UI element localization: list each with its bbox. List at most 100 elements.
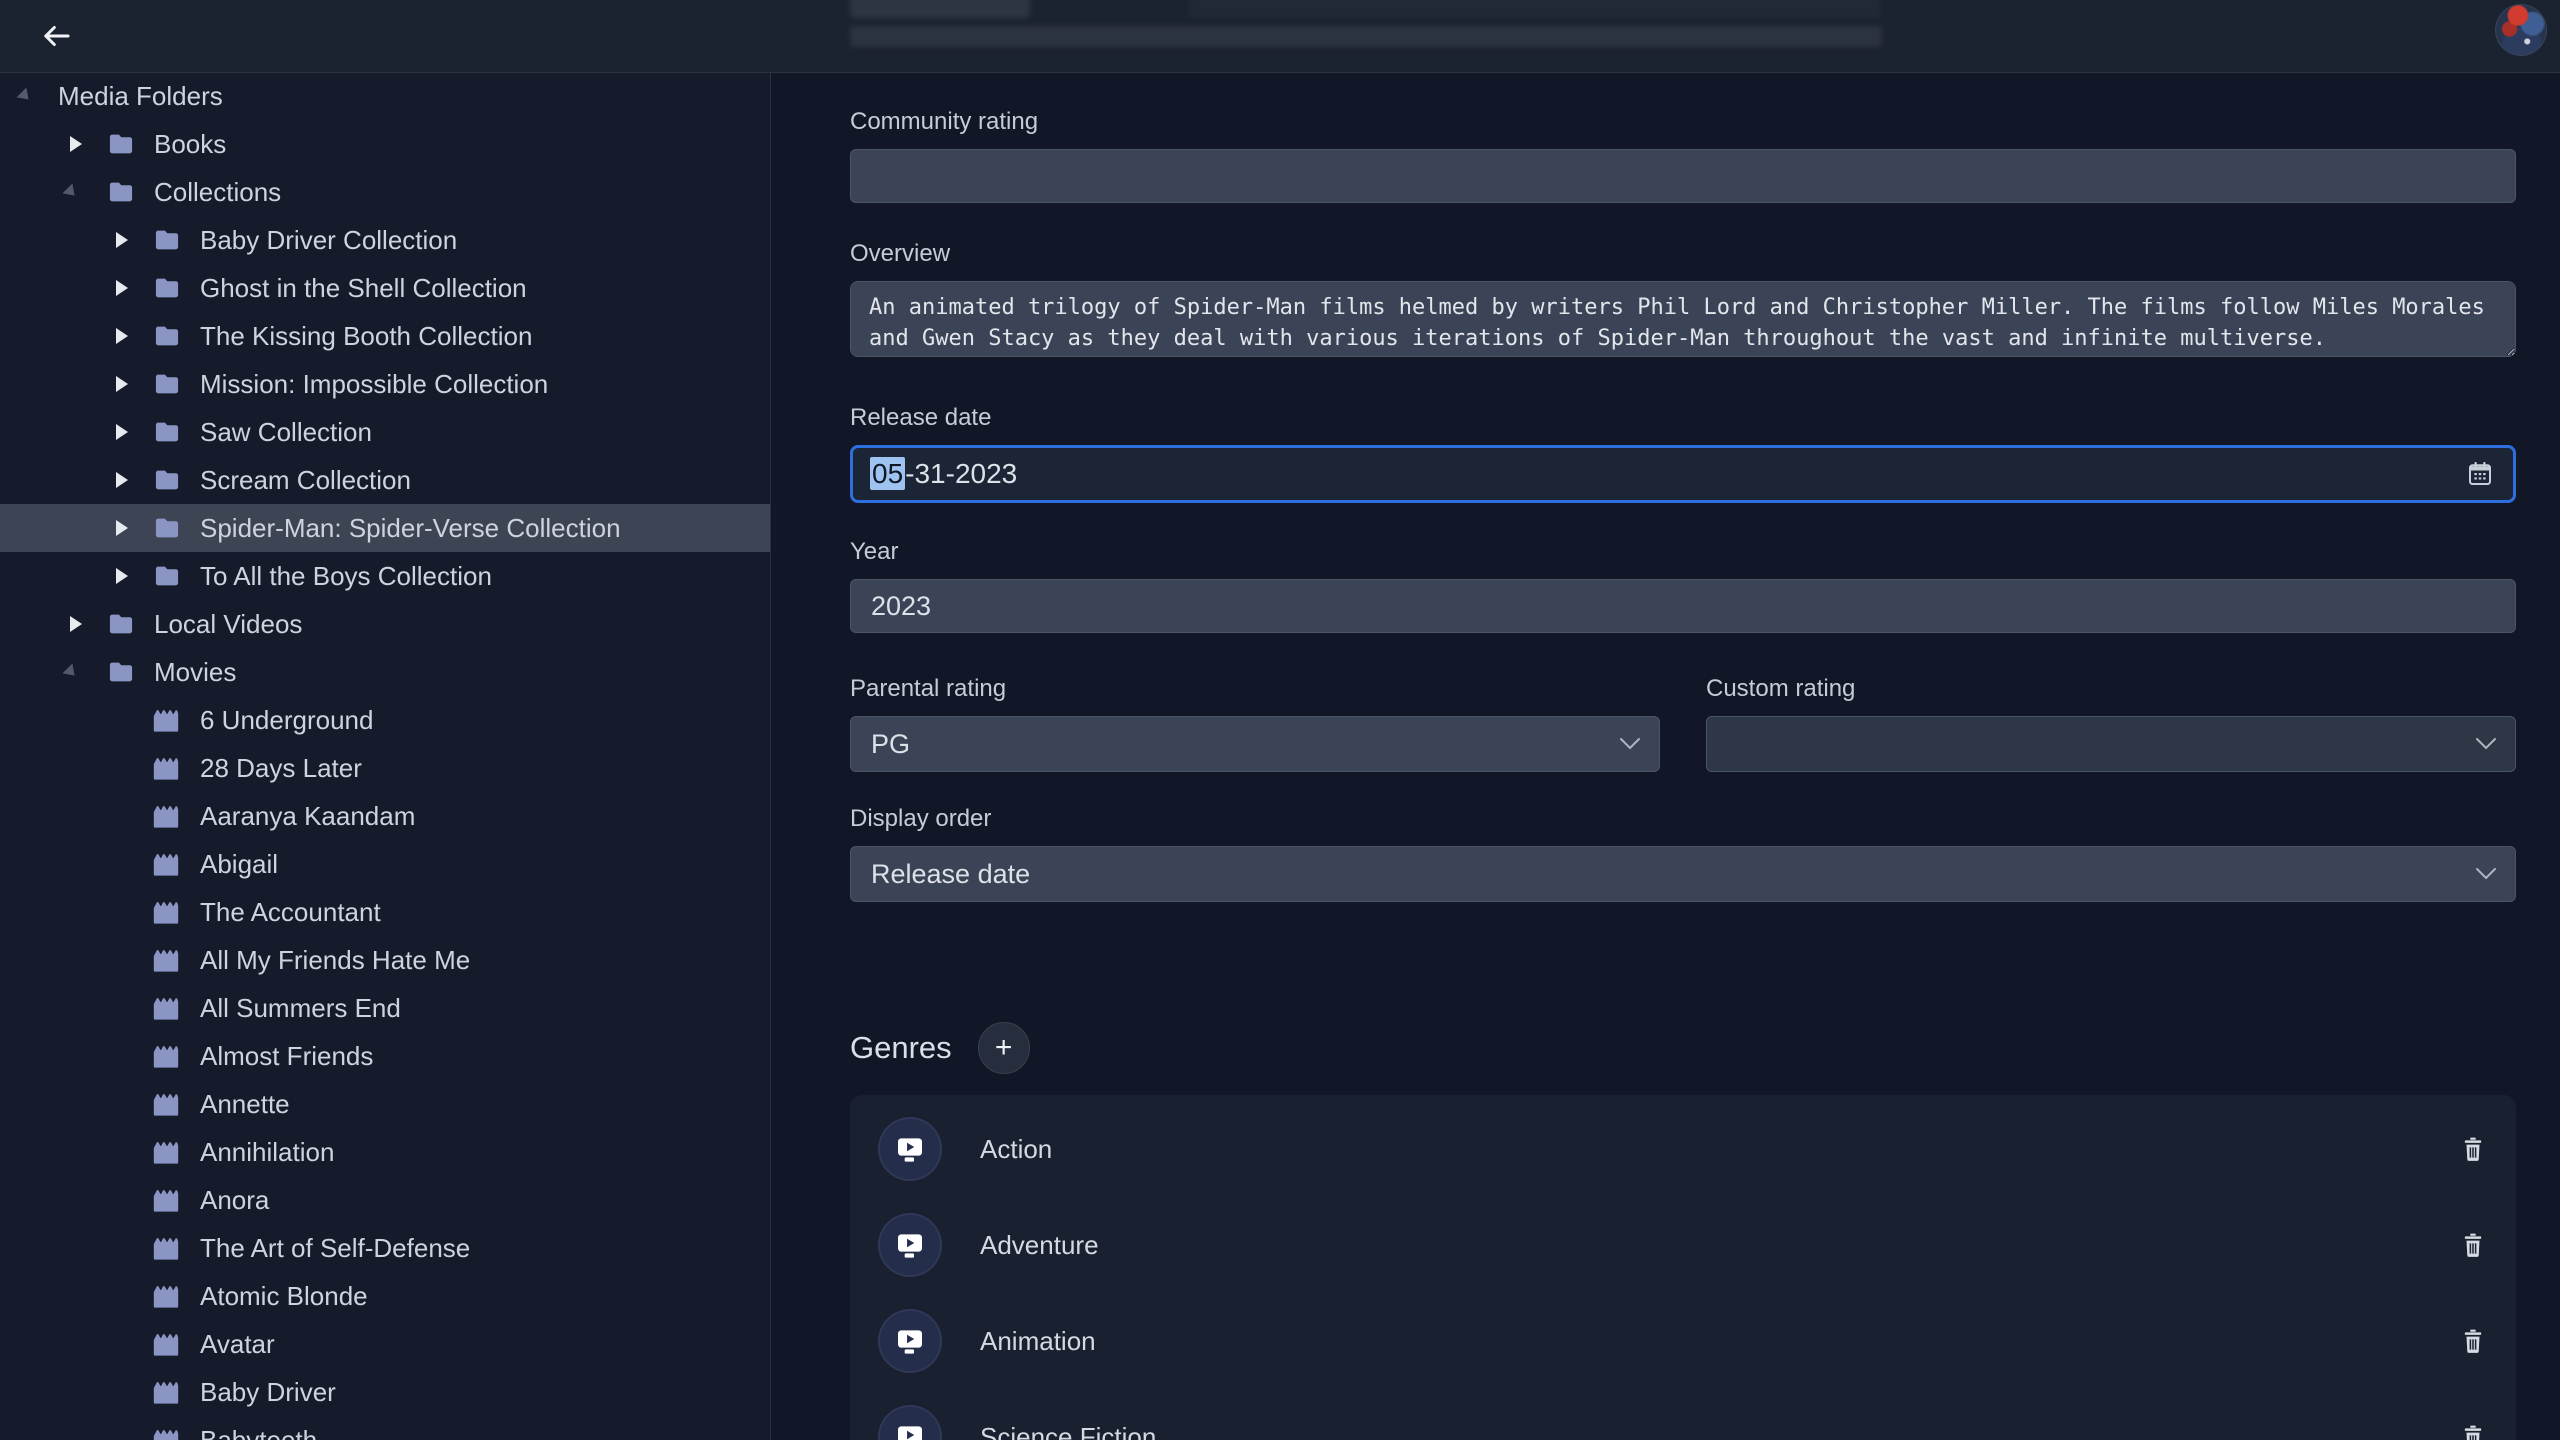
- folder-icon: [104, 610, 138, 638]
- folder-icon: [150, 514, 184, 542]
- tree-item-label: 28 Days Later: [200, 753, 362, 784]
- tree-item[interactable]: Atomic Blonde: [0, 1272, 770, 1320]
- tree-item[interactable]: The Kissing Booth Collection: [0, 312, 770, 360]
- tree-item[interactable]: Annette: [0, 1080, 770, 1128]
- tree-item-label: Ghost in the Shell Collection: [200, 273, 527, 304]
- folder-icon: [150, 562, 184, 590]
- arrow-left-icon: [39, 19, 73, 53]
- release-date-label: Release date: [850, 404, 2516, 432]
- tree-item[interactable]: 6 Underground: [0, 696, 770, 744]
- year-input[interactable]: [850, 579, 2516, 633]
- display-order-select[interactable]: Release date: [850, 846, 2516, 902]
- movie-icon: [150, 897, 184, 927]
- tree-item[interactable]: All Summers End: [0, 984, 770, 1032]
- expand-arrow-icon[interactable]: [110, 376, 150, 392]
- display-order-label: Display order: [850, 805, 2516, 833]
- movie-icon: [150, 1089, 184, 1119]
- tree-item-label: The Accountant: [200, 897, 381, 928]
- genre-row[interactable]: Science Fiction: [850, 1389, 2516, 1440]
- delete-genre-button[interactable]: [2460, 1230, 2486, 1260]
- genre-row[interactable]: Action: [850, 1101, 2516, 1197]
- parental-rating-select[interactable]: PG: [850, 716, 1660, 772]
- tree-item[interactable]: Babyteeth: [0, 1416, 770, 1440]
- tree-item[interactable]: The Art of Self-Defense: [0, 1224, 770, 1272]
- tree-item[interactable]: Avatar: [0, 1320, 770, 1368]
- tree-item-label: All My Friends Hate Me: [200, 945, 470, 976]
- genre-avatar: [878, 1213, 942, 1277]
- tree-item[interactable]: Ghost in the Shell Collection: [0, 264, 770, 312]
- calendar-icon[interactable]: [2465, 459, 2495, 489]
- chevron-down-icon: [2475, 867, 2497, 881]
- tree-item-label: Annihilation: [200, 1137, 334, 1168]
- movie-icon: [150, 1329, 184, 1359]
- expand-arrow-icon[interactable]: [110, 280, 150, 296]
- expand-arrow-icon[interactable]: [64, 616, 104, 632]
- genre-row[interactable]: Adventure: [850, 1197, 2516, 1293]
- custom-rating-label: Custom rating: [1706, 675, 2516, 703]
- add-genre-button[interactable]: +: [978, 1022, 1030, 1074]
- expand-arrow-icon[interactable]: [110, 232, 150, 248]
- expand-arrow-icon[interactable]: [110, 328, 150, 344]
- community-rating-input[interactable]: [850, 149, 2516, 203]
- trash-icon: [2460, 1326, 2486, 1356]
- movie-icon: [150, 849, 184, 879]
- tree-item[interactable]: Collections: [0, 168, 770, 216]
- expand-arrow-icon[interactable]: [64, 665, 104, 679]
- tree-item[interactable]: Mission: Impossible Collection: [0, 360, 770, 408]
- genre-name: Action: [980, 1134, 2460, 1165]
- tree-item[interactable]: Media Folders: [0, 72, 770, 120]
- folder-icon: [150, 466, 184, 494]
- trash-icon: [2460, 1134, 2486, 1164]
- tree-item[interactable]: To All the Boys Collection: [0, 552, 770, 600]
- community-rating-label: Community rating: [850, 108, 2516, 136]
- expand-arrow-icon[interactable]: [110, 520, 150, 536]
- tree-item[interactable]: Movies: [0, 648, 770, 696]
- expand-arrow-icon[interactable]: [64, 136, 104, 152]
- tree-item[interactable]: 28 Days Later: [0, 744, 770, 792]
- tree-item[interactable]: Spider-Man: Spider-Verse Collection: [0, 504, 770, 552]
- movie-icon: [150, 1137, 184, 1167]
- tree-item[interactable]: Local Videos: [0, 600, 770, 648]
- tree-item[interactable]: Almost Friends: [0, 1032, 770, 1080]
- overview-textarea[interactable]: An animated trilogy of Spider-Man films …: [850, 281, 2516, 357]
- genre-name: Adventure: [980, 1230, 2460, 1261]
- custom-rating-select[interactable]: [1706, 716, 2516, 772]
- tree-item[interactable]: Books: [0, 120, 770, 168]
- genre-name: Science Fiction: [980, 1422, 2460, 1440]
- expand-arrow-icon[interactable]: [110, 472, 150, 488]
- folder-icon: [150, 274, 184, 302]
- tree-item[interactable]: The Accountant: [0, 888, 770, 936]
- release-date-input[interactable]: 05-31-2023: [850, 445, 2516, 503]
- tree-item[interactable]: Abigail: [0, 840, 770, 888]
- expand-arrow-icon[interactable]: [110, 568, 150, 584]
- delete-genre-button[interactable]: [2460, 1326, 2486, 1356]
- user-avatar[interactable]: [2495, 4, 2547, 56]
- date-selected-segment: 05: [870, 457, 905, 490]
- tree-item[interactable]: Scream Collection: [0, 456, 770, 504]
- tree-item[interactable]: All My Friends Hate Me: [0, 936, 770, 984]
- tree-item[interactable]: Saw Collection: [0, 408, 770, 456]
- tree-item[interactable]: Aaranya Kaandam: [0, 792, 770, 840]
- movie-icon: [150, 1377, 184, 1407]
- tree-item[interactable]: Annihilation: [0, 1128, 770, 1176]
- folder-icon: [104, 658, 138, 686]
- delete-genre-button[interactable]: [2460, 1134, 2486, 1164]
- movie-icon: [150, 1281, 184, 1311]
- expand-arrow-icon[interactable]: [64, 185, 104, 199]
- tree-item-label: All Summers End: [200, 993, 401, 1024]
- expand-arrow-icon[interactable]: [18, 89, 58, 103]
- delete-genre-button[interactable]: [2460, 1422, 2486, 1440]
- tree-item[interactable]: Baby Driver Collection: [0, 216, 770, 264]
- tree-item-label: Atomic Blonde: [200, 1281, 368, 1312]
- folder-icon: [104, 178, 138, 206]
- tree-item[interactable]: Baby Driver: [0, 1368, 770, 1416]
- tree-item-label: Babyteeth: [200, 1425, 317, 1440]
- genre-row[interactable]: Animation: [850, 1293, 2516, 1389]
- tree-item-label: The Art of Self-Defense: [200, 1233, 470, 1264]
- back-button[interactable]: [36, 16, 76, 56]
- expand-arrow-icon[interactable]: [110, 424, 150, 440]
- chevron-down-icon: [1619, 737, 1641, 751]
- movie-icon: [150, 1233, 184, 1263]
- tree-item-label: Avatar: [200, 1329, 275, 1360]
- tree-item[interactable]: Anora: [0, 1176, 770, 1224]
